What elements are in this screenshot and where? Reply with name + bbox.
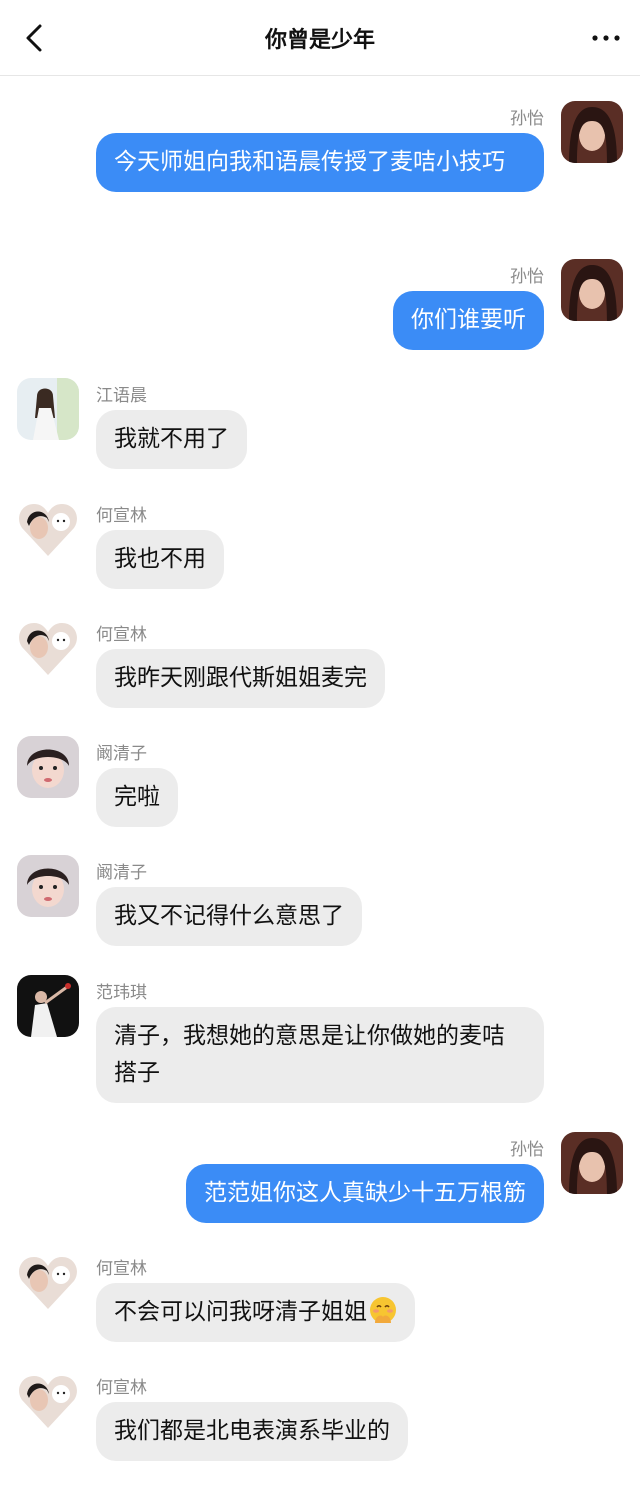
- avatar[interactable]: [561, 259, 623, 321]
- message-bubble[interactable]: 完啦: [96, 768, 178, 827]
- avatar[interactable]: [17, 975, 79, 1037]
- avatar[interactable]: [17, 855, 79, 917]
- shy-smile-emoji-icon: [370, 1297, 396, 1323]
- message-bubble[interactable]: 我就不用了: [96, 410, 247, 469]
- message-bubble[interactable]: 我昨天刚跟代斯姐姐麦完: [96, 649, 385, 708]
- sender-name: 何宣林: [96, 625, 147, 645]
- heart-avatar[interactable]: [17, 498, 79, 560]
- sender-name: 阚清子: [96, 863, 147, 883]
- avatar[interactable]: [561, 1132, 623, 1194]
- more-options-icon[interactable]: [590, 28, 622, 48]
- heart-avatar[interactable]: [17, 1251, 79, 1313]
- sender-name: 江语晨: [96, 386, 147, 406]
- sender-name: 孙怡: [510, 267, 544, 287]
- avatar[interactable]: [17, 736, 79, 798]
- sender-name: 阚清子: [96, 744, 147, 764]
- message-bubble[interactable]: 你们谁要听: [393, 291, 544, 350]
- sender-name: 孙怡: [510, 109, 544, 129]
- sender-name: 何宣林: [96, 1259, 147, 1279]
- message-bubble[interactable]: 今天师姐向我和语晨传授了麦咭小技巧: [96, 133, 544, 192]
- heart-avatar[interactable]: [17, 617, 79, 679]
- message-bubble[interactable]: 我又不记得什么意思了: [96, 887, 362, 946]
- message-bubble[interactable]: 我也不用: [96, 530, 224, 589]
- sender-name: 何宣林: [96, 506, 147, 526]
- sender-name: 何宣林: [96, 1378, 147, 1398]
- heart-avatar[interactable]: [17, 1370, 79, 1432]
- message-text: 不会可以问我呀清子姐姐: [114, 1299, 367, 1325]
- message-bubble[interactable]: 我们都是北电表演系毕业的: [96, 1402, 408, 1461]
- chat-header: 你曾是少年: [0, 0, 640, 76]
- sender-name: 孙怡: [510, 1140, 544, 1160]
- message-bubble[interactable]: 范范姐你这人真缺少十五万根筋: [186, 1164, 544, 1223]
- message-bubble[interactable]: 不会可以问我呀清子姐姐: [96, 1283, 415, 1342]
- sender-name: 范玮琪: [96, 983, 147, 1003]
- message-bubble[interactable]: 清子，我想她的意思是让你做她的麦咭搭子: [96, 1007, 544, 1103]
- avatar[interactable]: [561, 101, 623, 163]
- avatar[interactable]: [17, 378, 79, 440]
- chat-title: 你曾是少年: [264, 28, 375, 53]
